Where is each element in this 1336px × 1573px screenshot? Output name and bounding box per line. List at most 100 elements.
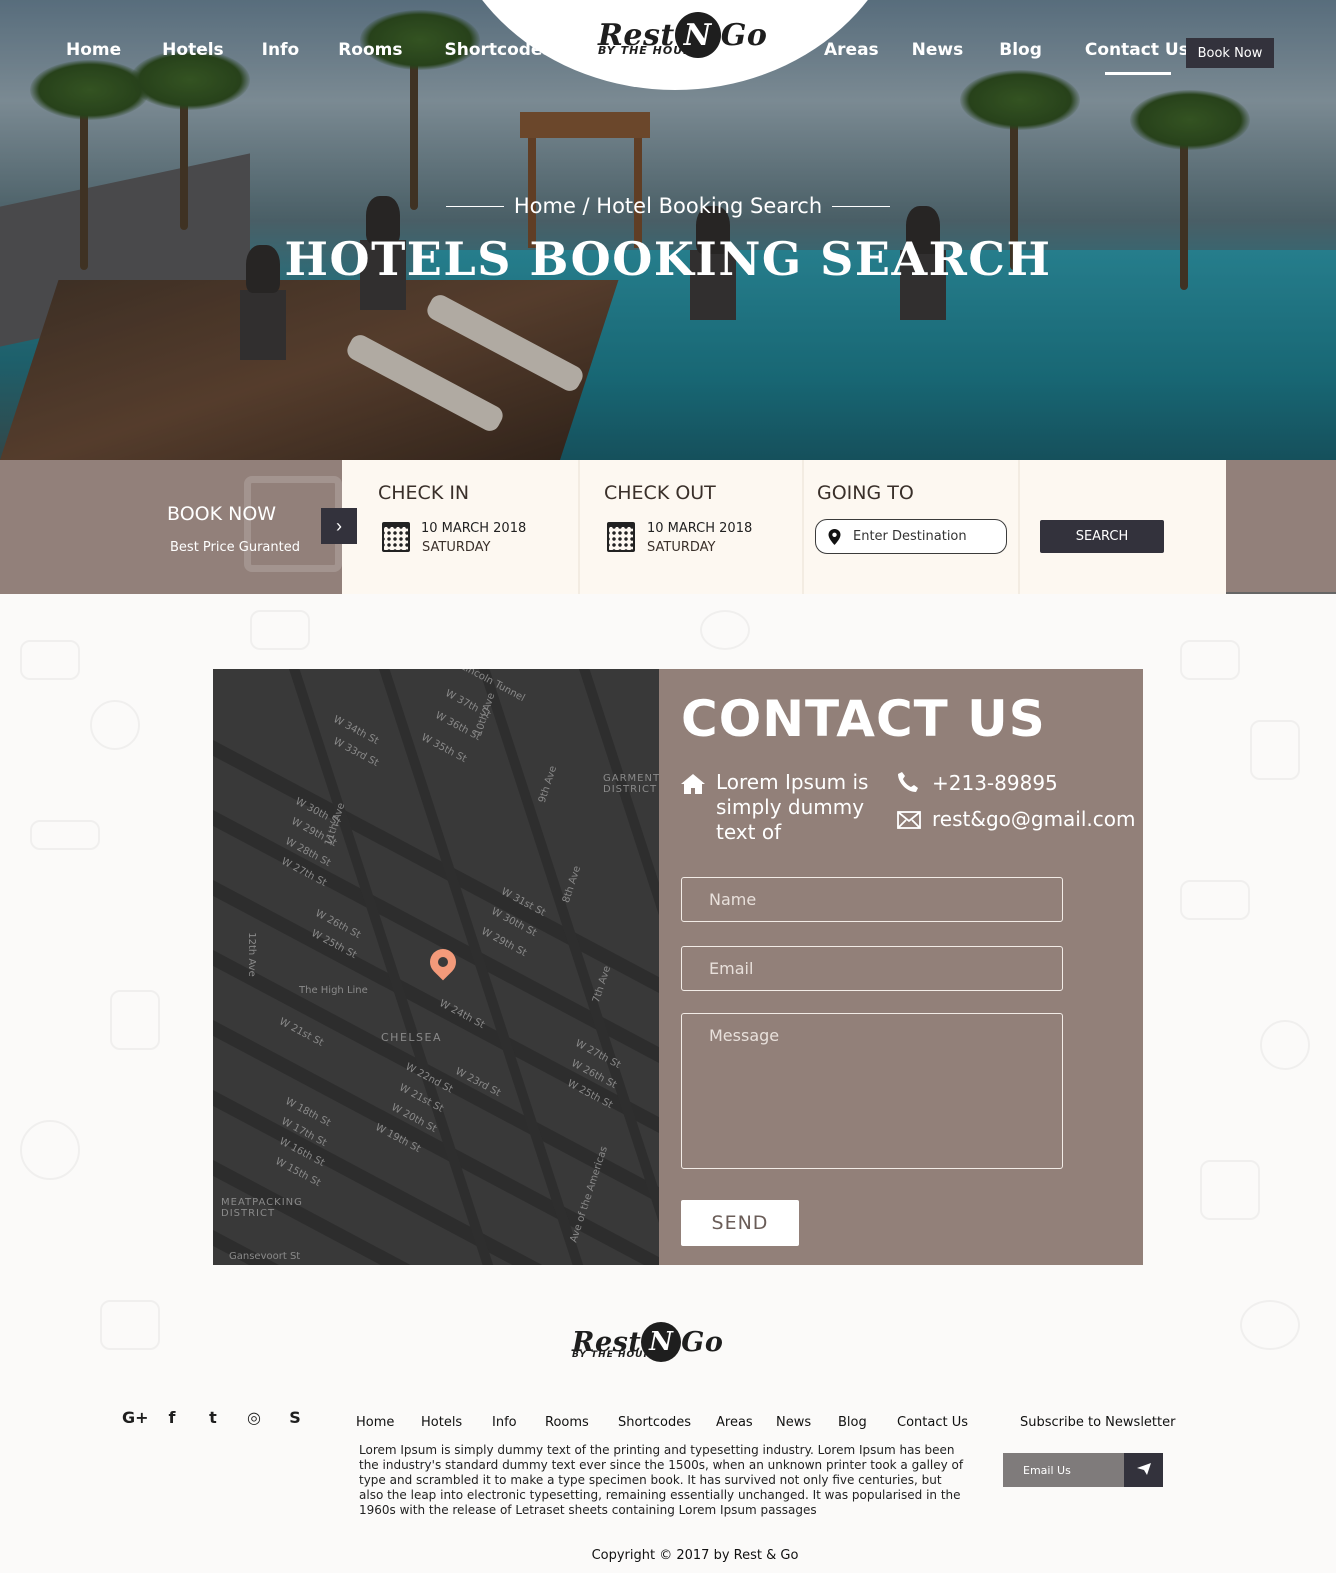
book-now-heading: BOOK NOW: [167, 503, 277, 525]
location-pin-icon: [828, 528, 841, 545]
nav-shortcodes[interactable]: Shortcodes: [444, 40, 552, 60]
name-field[interactable]: [681, 877, 1063, 922]
background-doodle: [1180, 640, 1240, 680]
paper-plane-icon: [1136, 1462, 1151, 1475]
nav-blog[interactable]: Blog: [999, 40, 1042, 60]
contact-title: CONTACT US: [681, 690, 1046, 748]
divider: [578, 460, 580, 594]
going-to-label: GOING TO: [817, 482, 914, 504]
chevron-right-icon[interactable]: ›: [321, 508, 357, 544]
map-label: W 35th St: [419, 732, 469, 765]
calendar-icon[interactable]: [382, 522, 410, 552]
breadcrumb-line: [832, 205, 891, 207]
check-out-label: CHECK OUT: [604, 482, 716, 504]
book-now-button[interactable]: Book Now: [1186, 38, 1274, 68]
map-area-label: The High Line: [299, 985, 368, 996]
map-label: 7th Ave: [590, 964, 614, 1005]
background-doodle: [110, 990, 160, 1050]
nav-news[interactable]: News: [912, 40, 964, 60]
map-label: 12th Ave: [245, 932, 257, 977]
google-plus-icon[interactable]: G+: [122, 1408, 149, 1427]
calendar-icon[interactable]: [607, 522, 635, 552]
map[interactable]: W 34th St W 33rd St W 37th St W 36th St …: [213, 669, 659, 1265]
check-out-day: SATURDAY: [647, 540, 716, 555]
contact-email[interactable]: rest&go@gmail.com: [932, 807, 1136, 831]
nav-home[interactable]: Home: [66, 40, 121, 60]
nav-hotels[interactable]: Hotels: [162, 40, 224, 60]
footer-logo[interactable]: Rest N Go BY THE HOUR: [572, 1322, 723, 1362]
book-now-subtitle: Best Price Guranted: [170, 540, 300, 555]
phone-icon: [898, 772, 918, 792]
message-field[interactable]: [681, 1013, 1063, 1169]
footer-nav-home[interactable]: Home: [356, 1415, 394, 1430]
email-field[interactable]: [681, 946, 1063, 991]
copyright: Copyright © 2017 by Rest & Go: [591, 1548, 799, 1563]
logo-tagline: BY THE HOUR: [572, 1350, 652, 1360]
check-in-day: SATURDAY: [422, 540, 491, 555]
skype-icon[interactable]: S: [286, 1408, 304, 1427]
footer-nav-rooms[interactable]: Rooms: [545, 1415, 589, 1430]
background-doodle: [1180, 880, 1250, 920]
map-label: 8th Ave: [560, 864, 584, 905]
nav-rooms[interactable]: Rooms: [338, 40, 402, 60]
logo-tagline: BY THE HOUR: [598, 44, 693, 57]
background-doodle: [30, 820, 100, 850]
footer-nav-info[interactable]: Info: [492, 1415, 517, 1430]
send-icon[interactable]: [1124, 1453, 1163, 1487]
contact-phone[interactable]: +213-89895: [932, 771, 1058, 795]
background-doodle: [1250, 720, 1300, 780]
booking-right-strip: [1226, 460, 1336, 594]
background-doodle: [1240, 1300, 1300, 1350]
footer-description: Lorem Ipsum is simply dummy text of the …: [359, 1443, 964, 1517]
send-button[interactable]: SEND: [681, 1200, 799, 1246]
twitter-icon[interactable]: t: [204, 1408, 222, 1427]
map-area-label: MEATPACKING DISTRICT: [221, 1197, 303, 1219]
background-doodle: [1260, 1020, 1310, 1070]
map-area-label: Gansevoort St: [229, 1251, 301, 1262]
background-doodle: [250, 610, 310, 650]
check-in-label: CHECK IN: [378, 482, 470, 504]
footer-nav-hotels[interactable]: Hotels: [421, 1415, 462, 1430]
footer-nav-shortcodes[interactable]: Shortcodes: [618, 1415, 691, 1430]
booking-intro-panel: [0, 460, 342, 594]
facebook-icon[interactable]: f: [163, 1408, 181, 1427]
breadcrumb: Home / Hotel Booking Search: [0, 194, 1336, 218]
background-doodle: [20, 1120, 80, 1180]
envelope-icon: [897, 811, 921, 829]
map-area-label: GARMENT DISTRICT: [603, 773, 659, 795]
destination-input[interactable]: [853, 529, 1003, 544]
contact-address: Lorem Ipsum is simply dummy text of: [716, 770, 869, 844]
background-doodle: [700, 610, 750, 650]
background-doodle: [100, 1300, 160, 1350]
main-nav-left: Home Hotels Info Rooms Shortcodes: [66, 40, 553, 60]
background-doodle: [20, 640, 80, 680]
page-title: HOTELS BOOKING SEARCH: [284, 232, 1052, 286]
nav-contact-us[interactable]: Contact Us: [1085, 40, 1189, 75]
check-out-date[interactable]: 10 MARCH 2018: [647, 521, 752, 536]
footer-nav-blog[interactable]: Blog: [838, 1415, 867, 1430]
social-links: G+ f t ◎ S: [122, 1408, 304, 1427]
check-in-date[interactable]: 10 MARCH 2018: [421, 521, 526, 536]
destination-field[interactable]: [815, 519, 1007, 554]
background-doodle: [1200, 1160, 1260, 1220]
logo[interactable]: Rest N Go BY THE HOUR: [598, 12, 767, 58]
breadcrumb-line: [445, 205, 504, 207]
nav-areas[interactable]: Areas: [824, 40, 879, 60]
hero-banner: [0, 0, 1336, 460]
background-doodle: [90, 700, 140, 750]
map-label: 9th Ave: [536, 764, 560, 805]
footer-nav-contact-us[interactable]: Contact Us: [897, 1415, 968, 1430]
home-icon: [681, 774, 705, 794]
main-nav-right: Areas News Blog Contact Us: [824, 40, 1189, 75]
newsletter-title: Subscribe to Newsletter: [1020, 1415, 1176, 1430]
divider: [1018, 460, 1020, 594]
divider: [802, 460, 804, 594]
map-area-label: CHELSEA: [381, 1031, 442, 1044]
instagram-icon[interactable]: ◎: [245, 1408, 263, 1427]
search-button[interactable]: SEARCH: [1040, 520, 1164, 553]
newsletter-email-input[interactable]: [1003, 1453, 1124, 1487]
nav-info[interactable]: Info: [262, 40, 300, 60]
footer-nav-areas[interactable]: Areas: [716, 1415, 753, 1430]
footer-nav-news[interactable]: News: [776, 1415, 811, 1430]
breadcrumb-text: Home / Hotel Booking Search: [513, 194, 823, 218]
